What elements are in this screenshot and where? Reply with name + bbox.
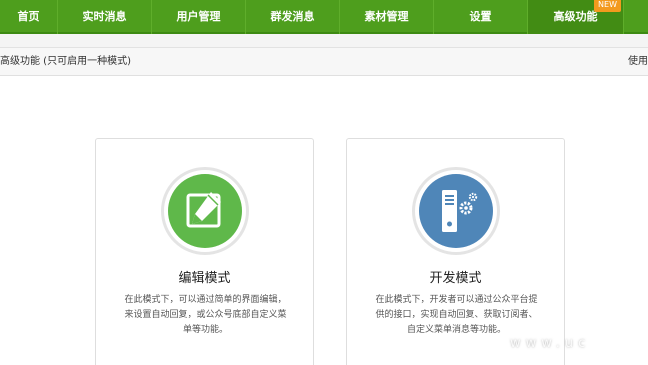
nav-item-label: 高级功能 — [553, 10, 598, 23]
nav-item-user-management[interactable]: 用户管理 — [152, 0, 246, 34]
nav-item-home[interactable]: 首页 — [0, 0, 58, 34]
edit-mode-icon-ring — [161, 167, 249, 255]
nav-item-mass-messages[interactable]: 群发消息 — [246, 0, 340, 34]
developer-mode-card[interactable]: 开发模式 在此模式下，开发者可以通过公众平台提 供的接口，实现自动回复、获取订阅… — [346, 138, 565, 365]
nav-item-advanced-features[interactable]: 高级功能 NEW — [528, 0, 624, 34]
developer-mode-description: 在此模式下，开发者可以通过公众平台提 供的接口，实现自动回复、获取订阅者、 自定… — [359, 293, 554, 338]
nav-item-label: 实时消息 — [82, 10, 127, 23]
watermark: www.uc — [510, 336, 591, 351]
nav-item-label: 首页 — [17, 10, 40, 23]
edit-mode-card[interactable]: 编辑模式 在此模式下，可以通过简单的界面编辑， 来设置自动回复，或公众号底部自定… — [95, 138, 314, 365]
server-gear-icon — [419, 174, 493, 248]
nav-item-settings[interactable]: 设置 — [434, 0, 528, 34]
section-header-bar: 高级功能 (只可启用一种模式) 使用 — [0, 48, 648, 76]
description-line: 供的接口，实现自动回复、获取订阅者、 — [375, 310, 538, 320]
nav-item-label: 用户管理 — [176, 10, 221, 23]
new-badge: NEW — [594, 0, 621, 12]
nav-item-realtime-messages[interactable]: 实时消息 — [58, 0, 152, 34]
subheader-strip — [0, 34, 648, 48]
developer-mode-title: 开发模式 — [429, 271, 482, 286]
nav-item-materials[interactable]: 素材管理 — [340, 0, 434, 34]
description-line: 在此模式下，开发者可以通过公众平台提 — [375, 295, 538, 305]
top-navigation-bar: 首页 实时消息 用户管理 群发消息 素材管理 设置 高级功能 NEW — [0, 0, 648, 34]
developer-mode-icon-ring — [412, 167, 500, 255]
edit-mode-title: 编辑模式 — [178, 271, 231, 286]
section-title: 高级功能 (只可启用一种模式) — [0, 56, 131, 67]
nav-item-label: 设置 — [469, 10, 492, 23]
usage-link[interactable]: 使用 — [628, 48, 648, 76]
description-line: 在此模式下，可以通过简单的界面编辑， — [124, 295, 287, 305]
nav-item-label: 群发消息 — [270, 10, 315, 23]
description-line: 单等功能。 — [182, 325, 228, 335]
edit-pencil-icon — [168, 174, 242, 248]
edit-mode-description: 在此模式下，可以通过简单的界面编辑， 来设置自动回复，或公众号底部自定义菜 单等… — [108, 293, 303, 338]
nav-item-label: 素材管理 — [364, 10, 409, 23]
description-line: 来设置自动回复，或公众号底部自定义菜 — [124, 310, 287, 320]
